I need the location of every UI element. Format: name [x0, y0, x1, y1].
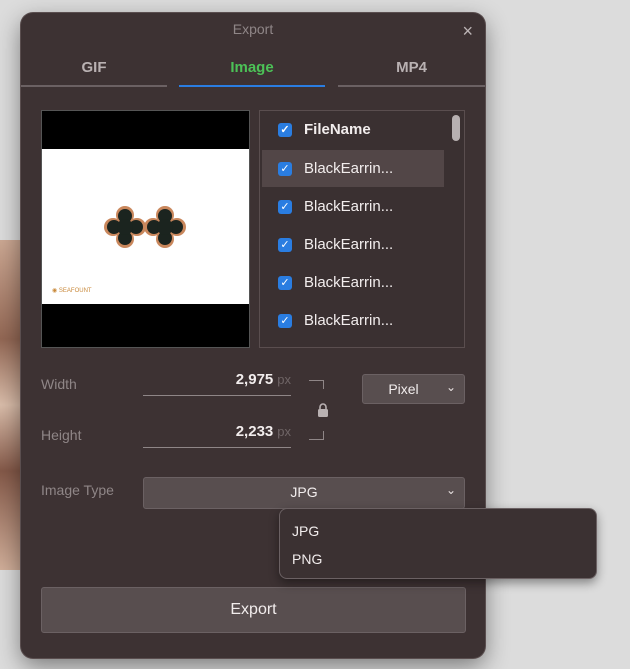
tab-mp4-label: MP4: [396, 59, 427, 76]
dialog-title: Export: [232, 21, 274, 37]
width-unit: px: [277, 372, 291, 387]
checkbox-icon[interactable]: ✓: [278, 161, 292, 176]
image-type-dropdown: JPG PNG: [279, 508, 597, 579]
list-item-label: BlackEarrin...: [304, 274, 394, 291]
background-image-strip: [0, 240, 22, 570]
preview-logo: ◉ SEAFOUNT: [52, 288, 92, 294]
lock-icon[interactable]: [317, 403, 329, 420]
unit-select[interactable]: Pixel ⌄: [362, 374, 465, 404]
tab-mp4-underline: [338, 85, 485, 87]
close-icon[interactable]: ×: [462, 21, 473, 42]
checkbox-icon[interactable]: ✓: [278, 237, 292, 252]
checkbox-icon[interactable]: ✓: [278, 275, 292, 290]
image-preview: ◉ SEAFOUNT: [41, 110, 250, 348]
tab-image-underline: [179, 85, 325, 87]
list-item-label: BlackEarrin...: [304, 236, 394, 253]
list-scrollbar[interactable]: [452, 115, 460, 141]
height-label: Height: [41, 427, 82, 443]
list-item[interactable]: ✓ BlackEarrin...: [262, 150, 444, 187]
height-unit: px: [277, 424, 291, 439]
list-item-label: BlackEarrin...: [304, 160, 394, 177]
tab-gif-label: GIF: [81, 59, 107, 76]
file-list[interactable]: ✓ FileName ✓ BlackEarrin... ✓ BlackEarri…: [259, 110, 465, 348]
checkbox-icon[interactable]: ✓: [278, 313, 292, 328]
image-type-value: JPG: [290, 484, 318, 500]
width-field[interactable]: 2,975 px: [143, 371, 291, 396]
file-list-header[interactable]: ✓ FileName: [262, 111, 444, 148]
unit-select-value: Pixel: [388, 381, 419, 397]
width-label: Width: [41, 376, 77, 392]
tab-gif-underline: [21, 85, 167, 87]
chevron-down-icon: ⌄: [445, 483, 456, 497]
height-field[interactable]: 2,233 px: [143, 423, 291, 448]
checkbox-icon[interactable]: ✓: [278, 122, 292, 137]
list-item-label: BlackEarrin...: [304, 198, 394, 215]
list-item[interactable]: ✓ BlackEarrin...: [262, 302, 444, 339]
tab-gif[interactable]: GIF: [21, 59, 167, 89]
list-item[interactable]: ✓ BlackEarrin...: [262, 188, 444, 225]
width-value: 2,975: [235, 371, 274, 388]
export-button[interactable]: Export: [41, 587, 466, 633]
option-png[interactable]: PNG: [292, 551, 322, 567]
height-value: 2,233: [235, 423, 274, 440]
aspect-bracket-top: [309, 380, 324, 389]
tab-bar: GIF Image MP4: [21, 59, 485, 89]
list-item-label: BlackEarrin...: [304, 312, 394, 329]
tab-image-label: Image: [230, 59, 274, 76]
checkbox-icon[interactable]: ✓: [278, 199, 292, 214]
list-item[interactable]: ✓ BlackEarrin...: [262, 264, 444, 301]
aspect-bracket-bottom: [309, 431, 324, 440]
preview-image: ◉ SEAFOUNT: [42, 149, 249, 304]
tab-image[interactable]: Image: [179, 59, 325, 89]
file-list-header-label: FileName: [304, 121, 371, 138]
tab-mp4[interactable]: MP4: [338, 59, 485, 89]
earring-icon: [104, 206, 146, 248]
image-type-label: Image Type: [41, 482, 114, 498]
earring-icon: [144, 206, 186, 248]
option-jpg[interactable]: JPG: [292, 523, 319, 539]
chevron-down-icon: ⌄: [445, 380, 456, 394]
image-type-select[interactable]: JPG ⌄: [143, 477, 465, 509]
list-item[interactable]: ✓ BlackEarrin...: [262, 226, 444, 263]
